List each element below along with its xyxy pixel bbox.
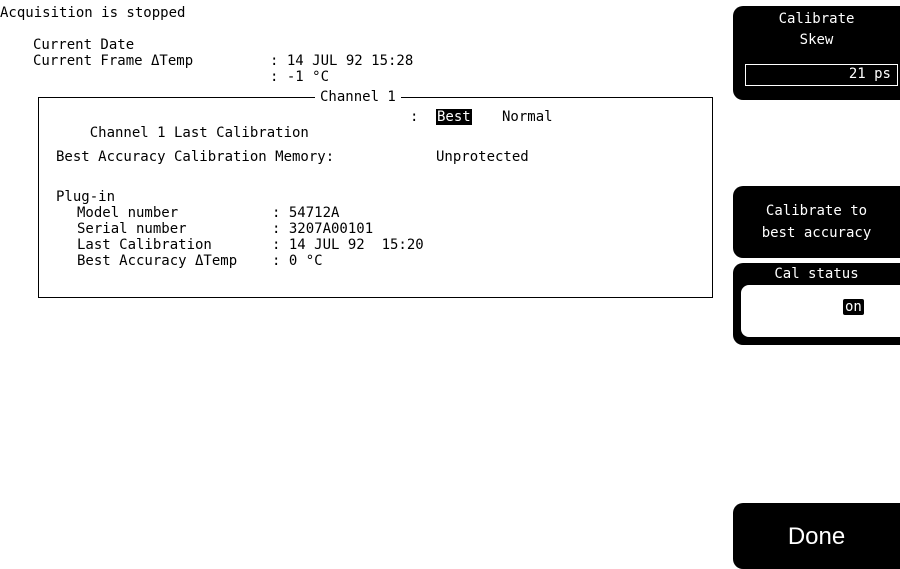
channel-panel-title: Channel 1 — [315, 89, 401, 105]
calibrate-best-line1: Calibrate to — [765, 203, 868, 219]
last-calibration-colon: : — [410, 109, 419, 125]
calibrate-title: Calibrate — [778, 11, 855, 27]
skew-value-field[interactable]: 21 ps — [745, 64, 898, 86]
last-cal-option-best[interactable]: Best — [436, 109, 472, 125]
model-number-label: Model number — [77, 205, 179, 221]
skew-value: 21 ps — [848, 66, 891, 82]
serial-number-value: : 3207A00101 — [272, 221, 374, 237]
calibrate-best-line2: best accuracy — [761, 225, 872, 241]
serial-number-label: Serial number — [77, 221, 187, 237]
last-calibration-label: Channel 1 Last Calibration — [89, 125, 309, 141]
plugin-heading: Plug-in — [56, 189, 116, 205]
cal-status-softkey[interactable]: Cal status off on — [733, 263, 900, 345]
last-cal-option-normal[interactable]: Normal — [502, 109, 553, 125]
skew-label: Skew — [799, 32, 834, 48]
calibrate-skew-softkey[interactable]: Calibrate Skew 21 ps — [733, 6, 900, 100]
model-number-value: : 54712A — [272, 205, 340, 221]
cal-status-title: Cal status — [774, 266, 859, 282]
current-frame-temp-label: Current Frame ΔTemp — [33, 53, 194, 69]
acquisition-status: Acquisition is stopped — [0, 5, 186, 21]
cal-status-on[interactable]: on — [843, 299, 864, 315]
done-label: Done — [787, 523, 846, 550]
current-frame-temp-row: Current Frame ΔTemp : -1 °C — [33, 37, 329, 85]
cal-status-off[interactable]: off — [775, 299, 800, 315]
best-accuracy-temp-label: Best Accuracy ΔTemp — [77, 253, 238, 269]
cal-status-toggle[interactable]: off on — [741, 285, 900, 337]
memory-label: Best Accuracy Calibration Memory: — [56, 149, 335, 165]
memory-value: Unprotected — [436, 149, 529, 165]
current-frame-temp-value: : -1 °C — [270, 69, 330, 85]
plugin-last-calibration-value: : 14 JUL 92 15:20 — [272, 237, 424, 253]
channel-panel: Channel 1 Channel 1 Last Calibration : B… — [38, 89, 713, 298]
done-softkey[interactable]: Done — [733, 503, 900, 569]
best-accuracy-temp-value: : 0 °C — [272, 253, 323, 269]
plugin-last-calibration-label: Last Calibration — [77, 237, 212, 253]
current-date-value: : 14 JUL 92 15:28 — [270, 53, 414, 69]
calibrate-best-accuracy-softkey[interactable]: Calibrate to best accuracy — [733, 186, 900, 258]
softkey-column: Calibrate Skew 21 ps Calibrate to best a… — [733, 0, 900, 569]
